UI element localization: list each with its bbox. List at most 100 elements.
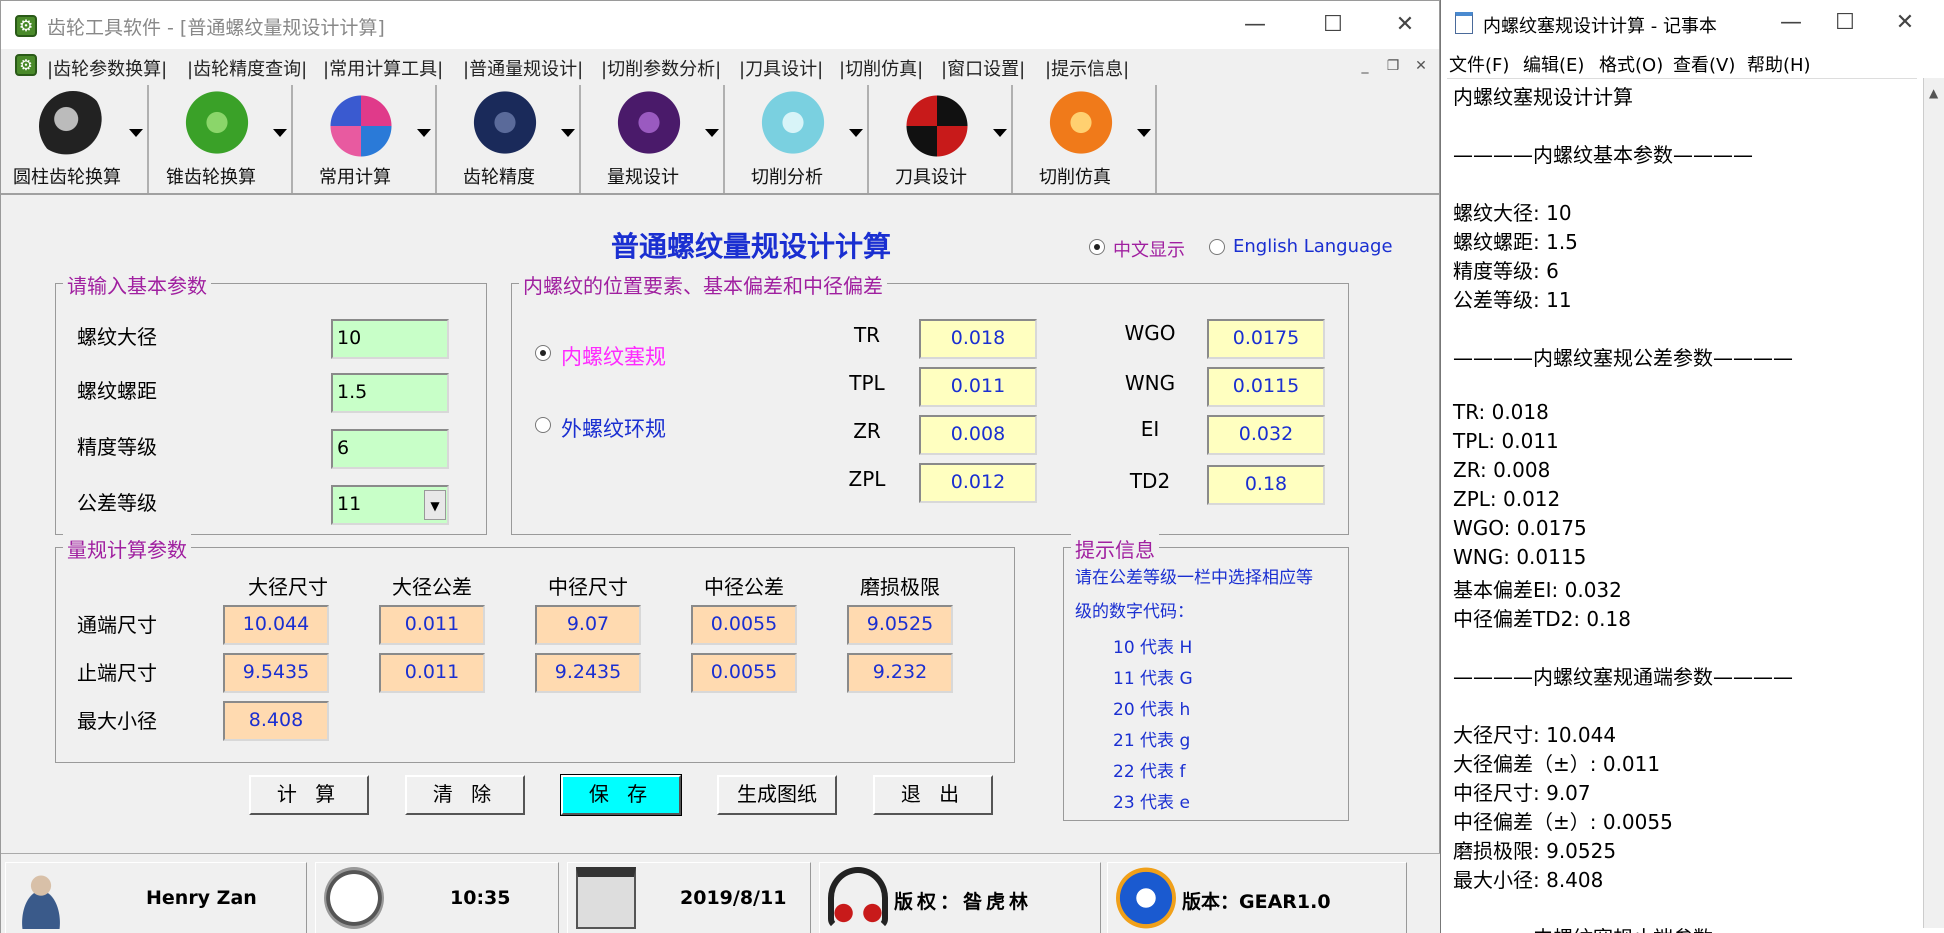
toolbar-gauge-design[interactable]: 量规设计 <box>581 85 725 193</box>
notepad-menu-bar: 文件(F) 编辑(E) 格式(O) 查看(V) 帮助(H) <box>1441 46 1944 78</box>
nogo-major-tol: 0.011 <box>379 653 485 693</box>
clover-icon <box>471 91 539 161</box>
save-button[interactable]: 保 存 <box>560 774 682 816</box>
notepad-menu-view[interactable]: 查看(V) <box>1673 51 1735 77</box>
toolbar-tool-design[interactable]: 刀具设计 <box>869 85 1013 193</box>
menu-gear-precision[interactable]: |齿轮精度查询| <box>187 55 307 81</box>
clover-icon <box>1047 91 1115 161</box>
headphones-icon <box>828 867 888 929</box>
hint-group <box>1063 547 1349 821</box>
go-pitch-tol: 0.0055 <box>691 605 797 645</box>
note-line: 磨损极限: 9.0525 <box>1453 839 1617 863</box>
toolbar-gear-precision[interactable]: 齿轮精度 <box>437 85 581 193</box>
gear-menu-icon[interactable]: ⚙ <box>15 54 37 76</box>
notepad-menu-edit[interactable]: 编辑(E) <box>1523 51 1584 77</box>
generate-drawing-button[interactable]: 生成图纸 <box>717 775 837 815</box>
exit-button[interactable]: 退 出 <box>873 775 993 815</box>
zr-label: ZR <box>853 419 881 443</box>
status-version: 版本：GEAR1.0 <box>1107 862 1407 933</box>
menu-hint-info[interactable]: |提示信息| <box>1045 55 1129 81</box>
calculate-button[interactable]: 计 算 <box>249 775 369 815</box>
note-line: 大径尺寸: 10.044 <box>1453 723 1617 747</box>
mdi-restore-icon[interactable]: ❐ <box>1381 55 1405 77</box>
position-group-title: 内螺纹的位置要素、基本偏差和中径偏差 <box>519 270 887 299</box>
note-line: 内螺纹塞规设计计算 <box>1453 85 1633 109</box>
clover-icon <box>39 91 107 161</box>
note-line: ZPL: 0.012 <box>1453 487 1561 511</box>
status-user: Henry Zan <box>5 862 307 933</box>
app-window: ⚙ 齿轮工具软件 - [普通螺纹量规设计计算] — ☐ ✕ ⚙ |齿轮参数换算|… <box>0 0 1441 933</box>
dropdown-arrow-icon[interactable]: ▼ <box>424 490 446 520</box>
tr-value: 0.018 <box>919 319 1037 359</box>
notepad-title: 内螺纹塞规设计计算 - 记事本 <box>1483 16 1717 37</box>
note-line: 基本偏差EI: 0.032 <box>1453 578 1622 602</box>
dropdown-arrow-icon[interactable] <box>993 129 1007 137</box>
wng-value: 0.0115 <box>1207 367 1325 407</box>
dropdown-arrow-icon[interactable] <box>561 129 575 137</box>
row-go-label: 通端尺寸 <box>77 613 157 637</box>
major-diameter-input[interactable]: 10 <box>331 319 449 359</box>
hint-code-1: 10 代表 H <box>1113 638 1193 658</box>
notepad-menu-format[interactable]: 格式(O) <box>1599 51 1663 77</box>
dropdown-arrow-icon[interactable] <box>129 129 143 137</box>
menu-cutting-sim[interactable]: |切削仿真| <box>839 55 923 81</box>
accuracy-grade-input[interactable]: 6 <box>331 429 449 469</box>
calendar-icon <box>576 867 636 929</box>
row-minor-label: 最大小径 <box>77 709 157 733</box>
maximize-icon[interactable]: ☐ <box>1817 0 1873 46</box>
status-date: 2019/8/11 <box>567 862 811 933</box>
col-pitch-size: 中径尺寸 <box>548 575 628 599</box>
maximize-icon[interactable]: ☐ <box>1305 1 1361 49</box>
menu-tool-design[interactable]: |刀具设计| <box>739 55 823 81</box>
toolbar-bevel-gear[interactable]: 锥齿轮换算 <box>149 85 293 193</box>
dropdown-arrow-icon[interactable] <box>849 129 863 137</box>
wgo-value: 0.0175 <box>1207 319 1325 359</box>
status-bar: Henry Zan 10:35 2019/8/11 版权：昝虎林 版本：GEAR… <box>1 853 1441 933</box>
tolerance-grade-select[interactable]: 11 ▼ <box>331 485 449 525</box>
pitch-label: 螺纹螺距 <box>77 379 157 403</box>
clear-button[interactable]: 清 除 <box>405 775 525 815</box>
lang-en-radio[interactable] <box>1209 239 1225 255</box>
lang-cn-label[interactable]: 中文显示 <box>1113 236 1185 262</box>
plug-gauge-label[interactable]: 内螺纹塞规 <box>561 341 666 371</box>
pitch-input[interactable]: 1.5 <box>331 373 449 413</box>
notepad-menu-help[interactable]: 帮助(H) <box>1747 51 1811 77</box>
toolbar-cutting-analysis[interactable]: 切削分析 <box>725 85 869 193</box>
close-icon[interactable]: ✕ <box>1877 0 1933 46</box>
gear-app-icon: ⚙ <box>15 15 37 37</box>
zpl-label: ZPL <box>848 467 886 491</box>
td2-value: 0.18 <box>1207 465 1325 505</box>
user-avatar-icon <box>14 867 74 929</box>
notepad-menu-file[interactable]: 文件(F) <box>1449 51 1509 77</box>
minimize-icon[interactable]: — <box>1763 0 1819 46</box>
toolbar-spur-gear[interactable]: 圆柱齿轮换算 <box>5 85 149 193</box>
dropdown-arrow-icon[interactable] <box>273 129 287 137</box>
clover-icon <box>615 91 683 161</box>
dropdown-arrow-icon[interactable] <box>705 129 719 137</box>
ring-gauge-label[interactable]: 外螺纹环规 <box>561 413 666 443</box>
ring-gauge-radio[interactable] <box>535 417 551 433</box>
menu-gauge-design[interactable]: |普通量规设计| <box>463 55 583 81</box>
close-icon[interactable]: ✕ <box>1377 1 1433 49</box>
go-wear-limit: 9.0525 <box>847 605 953 645</box>
scroll-up-icon[interactable]: ▲ <box>1929 86 1938 100</box>
notepad-text-area[interactable]: 内螺纹塞规设计计算 ————内螺纹基本参数———— 螺纹大径: 10 螺纹螺距:… <box>1447 78 1917 933</box>
toolbar-cutting-sim[interactable]: 切削仿真 <box>1013 85 1157 193</box>
lang-en-label[interactable]: English Language <box>1233 236 1393 257</box>
plug-gauge-radio[interactable] <box>535 345 551 361</box>
menu-gear-param[interactable]: |齿轮参数换算| <box>47 55 167 81</box>
go-pitch-size: 9.07 <box>535 605 641 645</box>
col-major-size: 大径尺寸 <box>248 575 328 599</box>
minimize-icon[interactable]: — <box>1227 1 1283 49</box>
menu-cutting-analysis[interactable]: |切削参数分析| <box>601 55 721 81</box>
go-major-size: 10.044 <box>223 605 329 645</box>
dropdown-arrow-icon[interactable] <box>1137 129 1151 137</box>
menu-common-tools[interactable]: |常用计算工具| <box>323 55 443 81</box>
toolbar-common-calc[interactable]: 常用计算 <box>293 85 437 193</box>
lang-cn-radio[interactable] <box>1089 239 1105 255</box>
notepad-scrollbar[interactable]: ▲ <box>1923 78 1944 928</box>
dropdown-arrow-icon[interactable] <box>417 129 431 137</box>
mdi-close-icon[interactable]: ✕ <box>1409 55 1433 77</box>
menu-window-settings[interactable]: |窗口设置| <box>941 55 1025 81</box>
mdi-minimize-icon[interactable]: _ <box>1353 55 1377 77</box>
